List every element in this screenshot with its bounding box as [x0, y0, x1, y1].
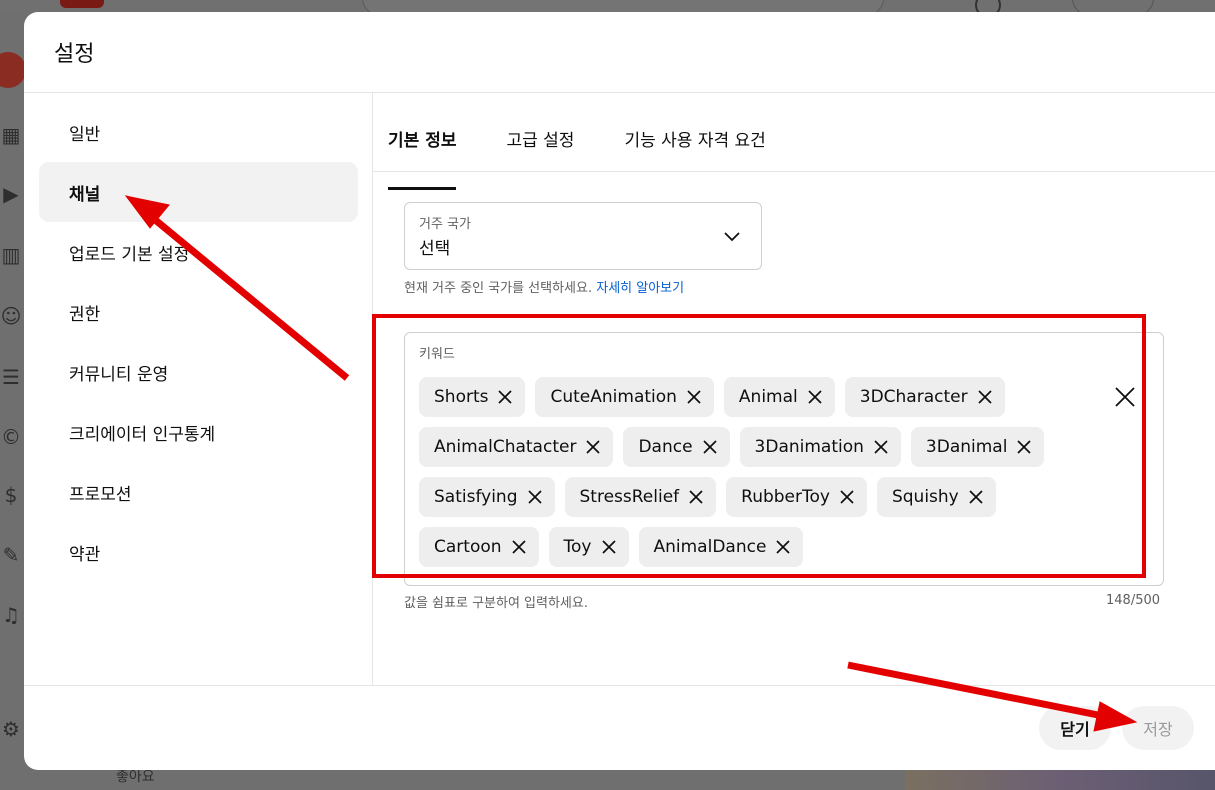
tab-bar: 기본 정보 고급 설정 기능 사용 자격 요건	[388, 118, 816, 190]
nav-item-channel[interactable]: 채널	[39, 162, 358, 222]
dialog-title: 설정	[54, 42, 95, 67]
country-select-value: 선택	[419, 239, 451, 259]
content-icon: ▶	[3, 182, 19, 206]
nav-item-general[interactable]: 일반	[39, 102, 358, 162]
footer-divider	[24, 685, 1215, 686]
nav-item-terms[interactable]: 약관	[39, 522, 358, 582]
analytics-icon: ▥	[1, 243, 21, 267]
nav-item-upload-defaults[interactable]: 업로드 기본 설정	[39, 222, 358, 282]
country-helper-text: 현재 거주 중인 국가를 선택하세요. 자세히 알아보기	[404, 277, 684, 296]
community-icon: ☺	[0, 304, 22, 328]
country-select[interactable]: 거주 국가 선택	[404, 202, 762, 270]
learn-more-link[interactable]: 자세히 알아보기	[596, 281, 684, 296]
keywords-highlight-box	[372, 314, 1146, 578]
tabs-divider	[373, 171, 1215, 172]
tab-advanced-settings[interactable]: 고급 설정	[506, 118, 574, 172]
youtube-logo	[60, 0, 104, 8]
customization-icon: ✎	[2, 543, 20, 567]
audio-library-icon: ♫	[2, 603, 20, 627]
avatar	[0, 52, 26, 88]
tab-feature-eligibility[interactable]: 기능 사용 자격 요건	[624, 118, 765, 172]
chevron-down-icon	[724, 232, 740, 242]
tab-basic-info[interactable]: 기본 정보	[388, 118, 457, 190]
save-button[interactable]: 저장	[1122, 706, 1194, 750]
keywords-character-count: 148/500	[1106, 593, 1161, 608]
country-select-label: 거주 국가	[419, 217, 471, 232]
header-divider	[24, 92, 1215, 93]
nav-item-community[interactable]: 커뮤니티 운영	[39, 342, 358, 402]
dashboard-icon: ▦	[1, 123, 21, 147]
keywords-helper-text: 값을 쉼표로 구분하여 입력하세요.	[404, 596, 588, 611]
nav-item-creator-demographics[interactable]: 크리에이터 인구통계	[39, 402, 358, 462]
country-helper-label: 현재 거주 중인 국가를 선택하세요.	[404, 281, 593, 296]
earn-icon: $	[4, 483, 18, 507]
close-button[interactable]: 닫기	[1039, 706, 1111, 750]
copyright-icon: ©	[1, 425, 21, 449]
settings-nav: 일반 채널 업로드 기본 설정 권한 커뮤니티 운영 크리에이터 인구통계 프로…	[39, 102, 358, 582]
settings-icon: ⚙	[2, 717, 20, 741]
nav-item-promotion[interactable]: 프로모션	[39, 462, 358, 522]
subtitles-icon: ☰	[2, 365, 20, 389]
nav-item-permissions[interactable]: 권한	[39, 282, 358, 342]
